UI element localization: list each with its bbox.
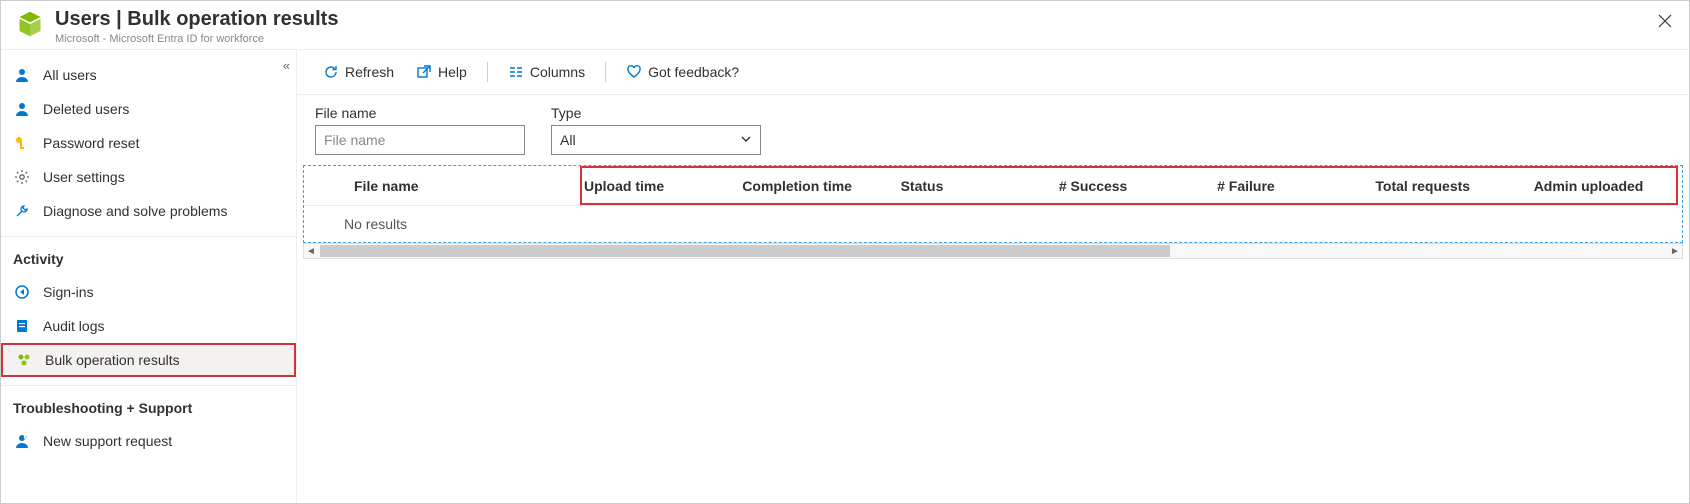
gear-icon xyxy=(13,168,31,186)
sidebar-item-label: Password reset xyxy=(43,135,139,151)
table-header-total-requests[interactable]: Total requests xyxy=(1365,178,1523,194)
support-icon: ? xyxy=(13,432,31,450)
close-button[interactable] xyxy=(1651,7,1679,35)
heart-icon xyxy=(626,64,642,80)
user-icon xyxy=(13,100,31,118)
signin-icon xyxy=(13,283,31,301)
table-header-completion-time[interactable]: Completion time xyxy=(732,178,890,194)
log-icon xyxy=(13,317,31,335)
sidebar-item-label: Diagnose and solve problems xyxy=(43,203,227,219)
filename-filter-input[interactable] xyxy=(315,125,525,155)
refresh-label: Refresh xyxy=(345,64,394,80)
columns-button[interactable]: Columns xyxy=(500,60,593,84)
table-header-failure[interactable]: # Failure xyxy=(1207,178,1365,194)
sidebar-item-deleted-users[interactable]: Deleted users xyxy=(1,92,296,126)
sidebar-item-bulk-operation-results[interactable]: Bulk operation results xyxy=(1,343,296,377)
chevron-down-icon xyxy=(740,133,752,148)
toolbar-separator xyxy=(605,62,606,82)
external-link-icon xyxy=(416,64,432,80)
refresh-icon xyxy=(323,64,339,80)
toolbar-separator xyxy=(487,62,488,82)
key-icon xyxy=(13,134,31,152)
bulk-icon xyxy=(15,351,33,369)
help-button[interactable]: Help xyxy=(408,60,475,84)
sidebar-section-support: Troubleshooting + Support xyxy=(1,385,296,424)
toolbar: Refresh Help Columns xyxy=(297,56,1689,94)
brand-cube-icon xyxy=(15,9,45,39)
sidebar-item-new-support-request[interactable]: ? New support request xyxy=(1,424,296,458)
table-empty-row: No results xyxy=(304,206,1682,242)
table-header-file-name[interactable]: File name xyxy=(344,178,574,194)
sidebar-item-label: Deleted users xyxy=(43,101,129,117)
filename-filter-label: File name xyxy=(315,105,525,121)
scrollbar-thumb[interactable] xyxy=(320,245,1170,257)
type-filter-label: Type xyxy=(551,105,761,121)
sidebar-item-label: Audit logs xyxy=(43,318,104,334)
sidebar-item-diagnose[interactable]: Diagnose and solve problems xyxy=(1,194,296,228)
feedback-label: Got feedback? xyxy=(648,64,739,80)
columns-label: Columns xyxy=(530,64,585,80)
user-icon xyxy=(13,66,31,84)
sidebar-item-label: User settings xyxy=(43,169,125,185)
collapse-sidebar-chevron-icon[interactable]: « xyxy=(283,58,290,73)
sidebar-item-sign-ins[interactable]: Sign-ins xyxy=(1,275,296,309)
scroll-left-arrow-icon[interactable]: ◄ xyxy=(304,246,318,257)
feedback-button[interactable]: Got feedback? xyxy=(618,60,747,84)
sidebar-item-label: All users xyxy=(43,67,97,83)
sidebar-item-all-users[interactable]: All users xyxy=(1,58,296,92)
sidebar-item-audit-logs[interactable]: Audit logs xyxy=(1,309,296,343)
help-label: Help xyxy=(438,64,467,80)
page-title: Users | Bulk operation results xyxy=(55,7,338,31)
refresh-button[interactable]: Refresh xyxy=(315,60,402,84)
results-table: File name Upload time Completion time St… xyxy=(303,165,1683,243)
table-header-success[interactable]: # Success xyxy=(1049,178,1207,194)
columns-icon xyxy=(508,64,524,80)
sidebar-item-label: New support request xyxy=(43,433,172,449)
table-header-admin-uploaded[interactable]: Admin uploaded xyxy=(1524,178,1682,194)
scroll-right-arrow-icon[interactable]: ► xyxy=(1668,246,1682,257)
sidebar-section-activity: Activity xyxy=(1,236,296,275)
table-header-upload-time[interactable]: Upload time xyxy=(574,178,732,194)
table-header-status[interactable]: Status xyxy=(891,178,1049,194)
type-filter-select[interactable]: All xyxy=(551,125,761,155)
type-filter-value: All xyxy=(560,132,576,148)
sidebar-item-user-settings[interactable]: User settings xyxy=(1,160,296,194)
sidebar-item-label: Bulk operation results xyxy=(45,352,180,368)
sidebar-item-label: Sign-ins xyxy=(43,284,94,300)
page-subtitle: Microsoft - Microsoft Entra ID for workf… xyxy=(55,33,338,45)
wrench-icon xyxy=(13,202,31,220)
sidebar-item-password-reset[interactable]: Password reset xyxy=(1,126,296,160)
horizontal-scrollbar[interactable]: ◄ ► xyxy=(303,243,1683,259)
